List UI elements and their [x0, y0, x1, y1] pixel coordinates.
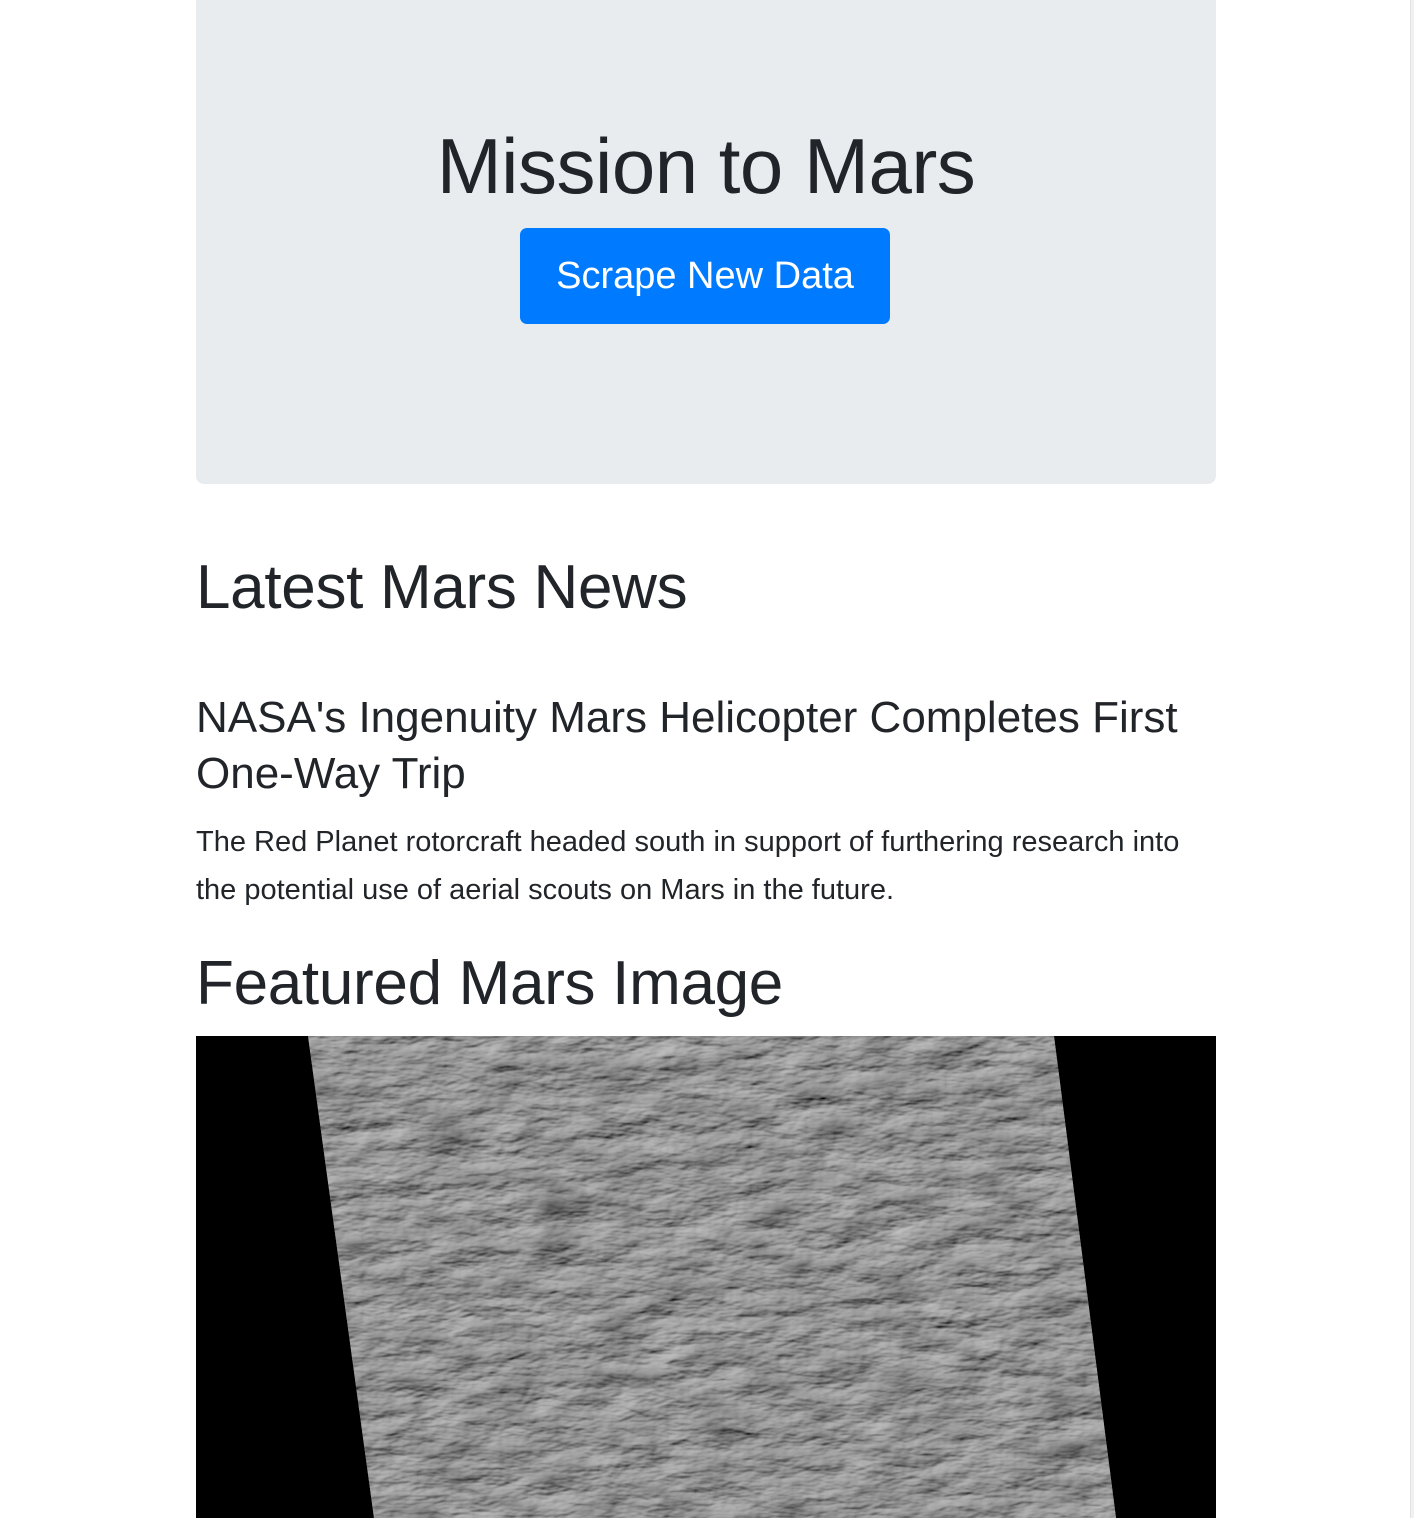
page-scroll-edge: [1410, 0, 1414, 1518]
mars-dune-texture-image: [196, 1036, 1216, 1518]
featured-image-heading: Featured Mars Image: [196, 949, 783, 1018]
news-teaser: The Red Planet rotorcraft headed south i…: [196, 826, 1180, 906]
jumbotron: Mission to Mars Scrape New Data: [196, 0, 1216, 484]
news-section-heading: Latest Mars News: [196, 553, 688, 622]
featured-mars-image: [196, 1036, 1216, 1518]
page-title: Mission to Mars: [436, 122, 976, 210]
scrape-new-data-button[interactable]: Scrape New Data: [520, 228, 890, 324]
news-title: NASA's Ingenuity Mars Helicopter Complet…: [196, 693, 1178, 798]
